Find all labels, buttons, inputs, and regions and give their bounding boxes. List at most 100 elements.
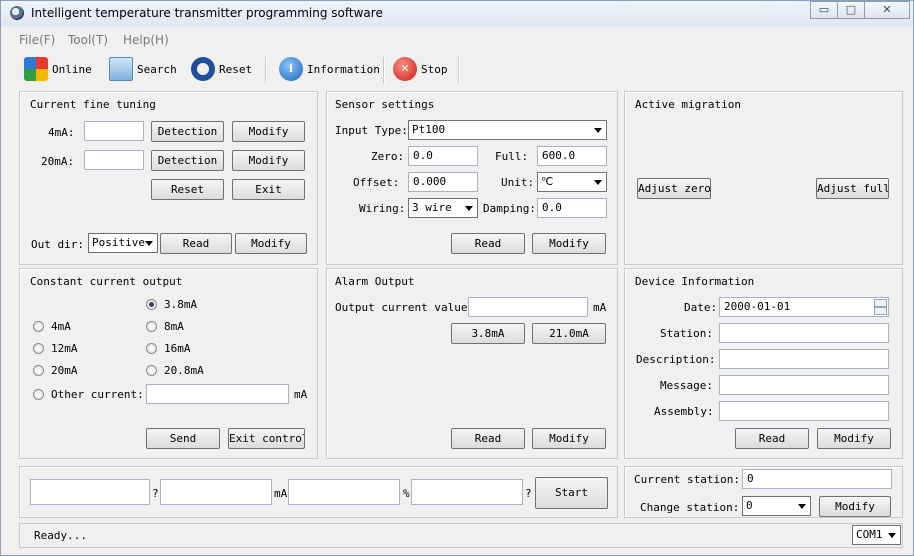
maximize-button[interactable]: □ (837, 1, 865, 19)
damping-input[interactable]: 0.0 (537, 198, 607, 218)
measure-field-3[interactable] (288, 479, 400, 505)
reset-button[interactable]: Reset (191, 54, 252, 84)
read-device-button[interactable]: Read (735, 428, 809, 449)
wiring-select[interactable]: 3 wire (408, 198, 478, 218)
radio-20-8ma[interactable] (146, 365, 157, 376)
other-current-input[interactable] (146, 384, 289, 404)
com-port-select[interactable]: COM1 (852, 525, 901, 545)
radio-20ma-label: 20mA (51, 364, 78, 377)
station-input[interactable] (719, 323, 889, 343)
other-current-unit: mA (294, 388, 308, 401)
full-input[interactable]: 600.0 (537, 146, 607, 166)
menu-file[interactable]: File(F) (19, 33, 55, 47)
menu-help[interactable]: Help(H) (123, 33, 169, 47)
offset-input[interactable]: 0.000 (408, 172, 478, 192)
menu-tool[interactable]: Tool(T) (68, 33, 108, 47)
change-station-select[interactable]: 0 (742, 496, 811, 516)
radio-20ma[interactable] (33, 365, 44, 376)
measure-field-4[interactable] (411, 479, 523, 505)
input-type-select[interactable]: Pt100 (408, 120, 607, 140)
stop-icon: ✕ (393, 57, 417, 81)
radio-other-current[interactable] (33, 389, 44, 400)
radio-12ma-label: 12mA (51, 342, 78, 355)
stop-button[interactable]: ✕ Stop (393, 54, 448, 84)
unit-select[interactable]: ℃ (537, 172, 607, 192)
station-label: Station: (660, 327, 713, 340)
input-4ma[interactable] (84, 121, 144, 141)
alarm-21ma-button[interactable]: 21.0mA (532, 323, 606, 344)
assembly-input[interactable] (719, 401, 889, 421)
toolbar-separator (265, 57, 267, 83)
read-sensor-button[interactable]: Read (451, 233, 525, 254)
panel-title: Current fine tuning (30, 98, 156, 111)
title-bar: Intelligent temperature transmitter prog… (1, 1, 913, 27)
modify-alarm-button[interactable]: Modify (532, 428, 606, 449)
information-button[interactable]: i Information (279, 54, 380, 84)
detection-4ma-button[interactable]: Detection (151, 121, 224, 142)
send-button[interactable]: Send (146, 428, 220, 449)
out-dir-value: Positive (92, 236, 145, 249)
reset-icon (191, 57, 215, 81)
app-logo-icon (10, 6, 24, 20)
panel-title: Alarm Output (335, 275, 415, 288)
output-current-unit: mA (593, 301, 607, 314)
input-20ma[interactable] (84, 150, 144, 170)
exit-tuning-button[interactable]: Exit (232, 179, 305, 200)
radio-8ma[interactable] (146, 321, 157, 332)
change-station-label: Change station: (640, 501, 740, 514)
constant-current-output-panel: Constant current output 3.8mA 4mA 8mA 12… (19, 268, 318, 459)
adjust-full-button[interactable]: Adjust full (816, 178, 889, 199)
com-port-value: COM1 (856, 528, 883, 541)
start-button[interactable]: Start (535, 477, 608, 509)
out-dir-label: Out dir: (31, 238, 84, 251)
alarm-3-8ma-button[interactable]: 3.8mA (451, 323, 525, 344)
detection-20ma-button[interactable]: Detection (151, 150, 224, 171)
radio-16ma[interactable] (146, 343, 157, 354)
radio-3-8ma-label: 3.8mA (164, 298, 198, 311)
description-label: Description: (636, 353, 716, 366)
online-button[interactable]: Online (24, 54, 92, 84)
spin-up-icon[interactable] (874, 299, 887, 307)
radio-16ma-label: 16mA (164, 342, 191, 355)
exit-control-button[interactable]: Exit control (228, 428, 305, 449)
spin-down-icon[interactable] (874, 307, 887, 315)
modify-20ma-button[interactable]: Modify (232, 150, 305, 171)
chevron-down-icon (145, 241, 153, 246)
output-current-input[interactable] (468, 297, 588, 317)
close-button[interactable]: ✕ (864, 1, 910, 19)
modify-sensor-button[interactable]: Modify (532, 233, 606, 254)
input-type-label: Input Type: (335, 124, 408, 137)
modify-out-dir-button[interactable]: Modify (235, 233, 307, 254)
toolbar-separator (383, 57, 385, 83)
current-fine-tuning-panel: Current fine tuning 4mA: Detection Modif… (19, 91, 318, 265)
minimize-button[interactable]: ▭ (810, 1, 838, 19)
measure-field-1[interactable] (30, 479, 150, 505)
wiring-value: 3 wire (412, 201, 452, 214)
window-title: Intelligent temperature transmitter prog… (31, 6, 383, 20)
label-4ma: 4mA: (48, 126, 75, 139)
modify-4ma-button[interactable]: Modify (232, 121, 305, 142)
date-input[interactable]: 2000-01-01 (719, 297, 889, 317)
adjust-zero-button[interactable]: Adjust zero (637, 178, 711, 199)
radio-3-8ma[interactable] (146, 299, 157, 310)
message-input[interactable] (719, 375, 889, 395)
read-tuning-button[interactable]: Read (160, 233, 232, 254)
out-dir-select[interactable]: Positive (88, 233, 158, 253)
description-input[interactable] (719, 349, 889, 369)
reset-tuning-button[interactable]: Reset (151, 179, 224, 200)
search-button[interactable]: Search (109, 54, 177, 84)
alarm-output-panel: Alarm Output Output current value: mA 3.… (326, 268, 618, 459)
offset-label: Offset: (353, 176, 400, 189)
radio-12ma[interactable] (33, 343, 44, 354)
zero-input[interactable]: 0.0 (408, 146, 478, 166)
measure-field-2[interactable] (160, 479, 272, 505)
radio-4ma[interactable] (33, 321, 44, 332)
read-alarm-button[interactable]: Read (451, 428, 525, 449)
status-text: Ready... (34, 529, 87, 542)
station-panel: Current station: 0 Change station: 0 Mod… (624, 466, 903, 518)
date-value: 2000-01-01 (724, 300, 791, 313)
modify-device-button[interactable]: Modify (817, 428, 891, 449)
modify-station-button[interactable]: Modify (819, 496, 891, 517)
current-station-input[interactable]: 0 (742, 469, 892, 489)
information-icon: i (279, 57, 303, 81)
